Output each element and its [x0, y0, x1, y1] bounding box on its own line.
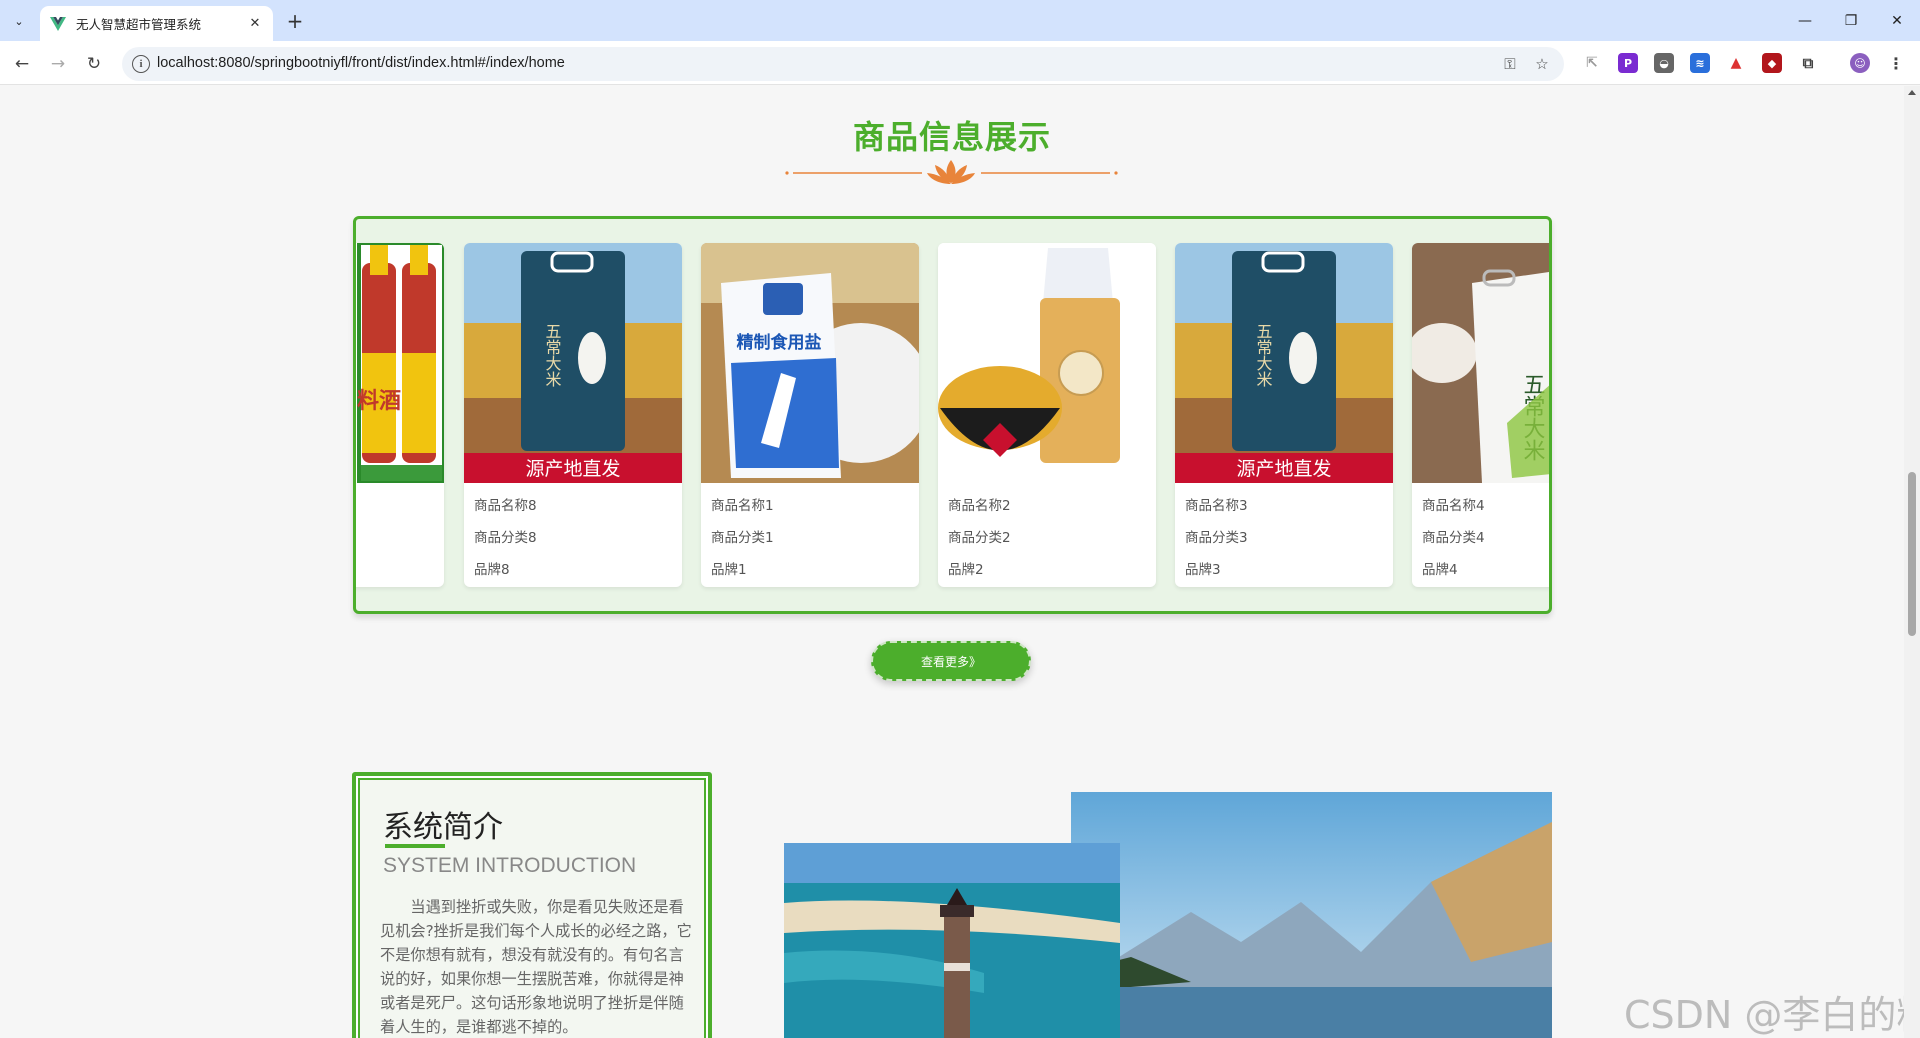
scroll-up-arrow-icon[interactable] [1908, 90, 1916, 95]
bookmark-star-icon[interactable]: ☆ [1532, 54, 1552, 74]
new-tab-plus-icon[interactable]: + [282, 8, 308, 34]
product-name: 商品名称2 [948, 498, 1011, 514]
restore-icon[interactable]: ❐ [1828, 0, 1874, 41]
intro-paragraph: 当遇到挫折或失败，你是看见失败还是看见机会?挫折是我们每个人成长的必经之路，它不… [380, 898, 692, 1036]
product-image-millet [938, 243, 1156, 483]
product-image-cooking-wine: 料酒 [356, 243, 444, 483]
product-image-rice-bag: 五常大米 源产地直发 [464, 243, 682, 483]
product-category: 商品分类3 [1185, 530, 1248, 546]
csdn-watermark: CSDN @李白的粉 [1624, 993, 1904, 1037]
view-more-button[interactable]: 查看更多》 [871, 641, 1031, 681]
product-card[interactable]: 商品名称2 商品分类2 品牌2 [938, 243, 1156, 587]
extension-tree-icon[interactable]: ▲ [1726, 53, 1746, 73]
bottle-label-text: 料酒 [357, 389, 401, 414]
product-card[interactable]: 精制食用盐 商品名称1 商品分类1 品牌1 [701, 243, 919, 587]
scrollbar-thumb[interactable] [1908, 472, 1916, 636]
product-brand: 品牌3 [1185, 562, 1221, 578]
vue-logo-icon [50, 16, 66, 31]
reload-icon[interactable]: ↻ [81, 51, 107, 77]
product-category: 商品分类2 [948, 530, 1011, 546]
product-brand: 品牌8 [474, 562, 510, 578]
product-category: 商品分类4 [1422, 530, 1485, 546]
product-card[interactable]: 五常大米 源产地直发 商品名称3 商品分类3 品牌3 [1175, 243, 1393, 587]
product-name: 商品名称3 [1185, 498, 1248, 514]
banner-text: 源产地直发 [525, 458, 620, 480]
address-bar[interactable]: i localhost:8080/springbootniyfl/front/d… [122, 47, 1564, 81]
browser-toolbar: ← → ↻ i localhost:8080/springbootniyfl/f… [0, 41, 1920, 85]
rice-name-text: 五常大米 [543, 323, 562, 387]
product-category: 商品分类8 [474, 530, 537, 546]
intro-title: 系统简介 [383, 810, 503, 845]
extension-shield-icon[interactable]: ◆ [1762, 53, 1782, 73]
password-key-icon[interactable]: ⚿ [1500, 54, 1520, 74]
product-image-rice-sack: 五常大米 [1412, 243, 1549, 483]
forward-arrow-icon[interactable]: → [45, 51, 71, 77]
extension-layers-icon[interactable]: ≋ [1690, 53, 1710, 73]
system-intro-panel: 系统简介 SYSTEM INTRODUCTION 当遇到挫折或失败，你是看见失败… [352, 772, 712, 1038]
section-title: 商品信息展示 [852, 118, 1051, 156]
extension-jp-icon[interactable]: P [1618, 53, 1638, 73]
product-card-partial[interactable]: 料酒 [356, 243, 444, 587]
product-name: 商品名称1 [711, 498, 774, 514]
product-card[interactable]: 五常大米 源产地直发 商品名称8 商品分类8 品牌8 [464, 243, 682, 587]
extension-incognito-icon[interactable]: ◒ [1654, 53, 1674, 73]
extensions-puzzle-icon[interactable]: ⧉ [1798, 53, 1818, 73]
profile-avatar[interactable]: ☺ [1850, 53, 1870, 73]
page-scrollbar[interactable] [1904, 86, 1920, 1038]
browser-tab[interactable]: 无人智慧超市管理系统 ✕ [40, 6, 273, 41]
product-brand: 品牌2 [948, 562, 984, 578]
product-image-rice-bag: 五常大米 源产地直发 [1175, 243, 1393, 483]
mountain-lake-photo [1071, 792, 1552, 1038]
rice-name-text: 五常大米 [1254, 323, 1273, 387]
product-image-salt-bag: 精制食用盐 [701, 243, 919, 483]
intro-subtitle: SYSTEM INTRODUCTION [383, 854, 637, 877]
tab-close-icon[interactable]: ✕ [245, 14, 265, 34]
product-card[interactable]: 五常大米 商品名称4 商品分类4 品牌4 [1412, 243, 1549, 587]
lighthouse-photo [784, 843, 1120, 1038]
url-text[interactable]: localhost:8080/springbootniyfl/front/dis… [157, 55, 565, 71]
product-brand: 品牌1 [711, 562, 747, 578]
window-close-icon[interactable]: ✕ [1874, 0, 1920, 41]
tab-search-chevron-icon[interactable]: ⌄ [7, 9, 31, 33]
salt-name-text: 精制食用盐 [737, 332, 822, 353]
intro-title-underline [385, 844, 445, 848]
extension-cursor-icon[interactable]: ⇱ [1582, 53, 1602, 73]
minimize-icon[interactable]: — [1782, 0, 1828, 41]
product-brand: 品牌4 [1422, 562, 1458, 578]
page-viewport: 商品信息展示 料酒 五常大米 源产地直发 商品名称8 商品分类8 品牌8 精制食… [0, 86, 1904, 1038]
site-info-icon[interactable]: i [132, 55, 150, 73]
browser-menu-icon[interactable]: ⋮ [1886, 53, 1906, 73]
product-name: 商品名称8 [474, 498, 537, 514]
back-arrow-icon[interactable]: ← [9, 51, 35, 77]
product-category: 商品分类1 [711, 530, 774, 546]
lotus-divider-icon [785, 160, 1118, 184]
tab-title: 无人智慧超市管理系统 [76, 17, 202, 32]
banner-text: 源产地直发 [1236, 458, 1331, 480]
product-name: 商品名称4 [1422, 498, 1485, 514]
browser-tab-strip: ⌄ 无人智慧超市管理系统 ✕ + — ❐ ✕ [0, 0, 1920, 41]
product-carousel[interactable]: 料酒 五常大米 源产地直发 商品名称8 商品分类8 品牌8 精制食用盐 商品名称… [353, 216, 1552, 614]
